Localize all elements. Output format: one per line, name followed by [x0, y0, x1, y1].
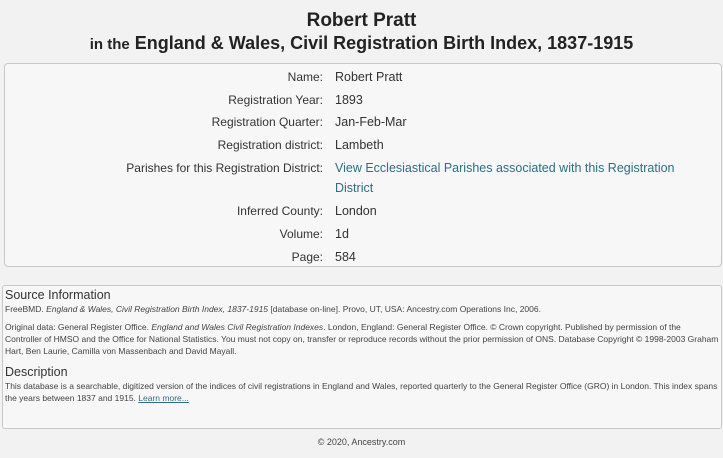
description-heading: Description	[5, 365, 68, 379]
field-value: London	[335, 204, 377, 218]
field-label: Volume:	[279, 227, 323, 241]
collection-subtitle: in the England & Wales, Civil Registrati…	[0, 32, 723, 56]
citation-post: [database on-line]. Provo, UT, USA: Ance…	[270, 304, 541, 314]
source-information-panel: Source Information FreeBMD. England & Wa…	[2, 285, 722, 429]
field-value: Lambeth	[335, 138, 384, 152]
field-label: Registration Quarter:	[211, 115, 323, 129]
view-parishes-link[interactable]: View Ecclesiastical Parishes associated …	[335, 158, 705, 198]
field-value: Jan-Feb-Mar	[335, 115, 407, 129]
record-details-panel: Name: Robert Pratt Registration Year: 18…	[4, 63, 722, 267]
source-original-data: Original data: General Register Office. …	[5, 321, 719, 357]
field-value: Robert Pratt	[335, 70, 403, 84]
field-label: Inferred County:	[236, 204, 323, 218]
field-label: Registration district:	[217, 138, 323, 152]
source-citation: FreeBMD. England & Wales, Civil Registra…	[5, 303, 719, 315]
collection-prefix: in the	[89, 36, 130, 53]
learn-more-link[interactable]: Learn more...	[138, 393, 189, 403]
field-label: Name:	[287, 70, 323, 84]
field-label: Registration Year:	[228, 93, 323, 107]
field-value: 1d	[335, 227, 349, 241]
source-heading: Source Information	[5, 288, 111, 302]
citation-title: England & Wales, Civil Registration Birt…	[46, 304, 269, 314]
original-title: England and Wales Civil Registration Ind…	[151, 322, 324, 332]
field-label: Parishes for this Registration District:	[126, 161, 323, 175]
description-body: This database is a searchable, digitized…	[5, 381, 718, 403]
original-pre: Original data: General Register Office.	[5, 322, 149, 332]
page-header: Robert Pratt in the England & Wales, Civ…	[0, 10, 723, 56]
collection-title: England & Wales, Civil Registration Birt…	[134, 33, 634, 53]
field-value: 584	[335, 250, 356, 264]
field-label: Page:	[291, 250, 323, 264]
field-value: 1893	[335, 93, 363, 107]
page-title: Robert Pratt	[306, 10, 417, 31]
footer-copyright: © 2020, Ancestry.com	[317, 437, 406, 447]
citation-pre: FreeBMD.	[5, 304, 44, 314]
description-text: This database is a searchable, digitized…	[5, 380, 719, 404]
